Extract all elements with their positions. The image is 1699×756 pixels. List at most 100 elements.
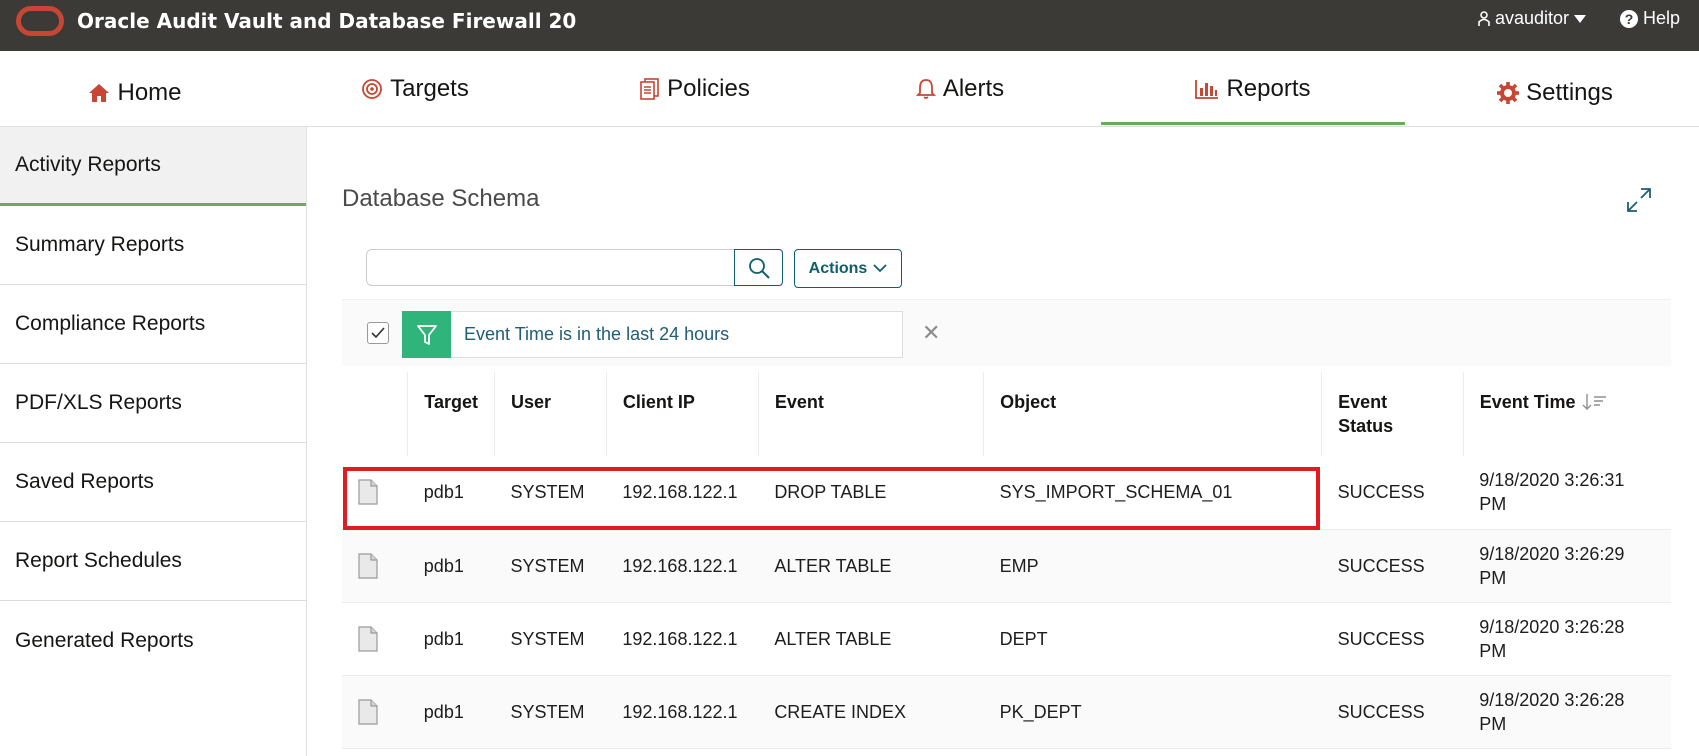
cell-event: ALTER TABLE (758, 602, 984, 676)
tab-policies[interactable]: Policies (580, 51, 810, 127)
help-link[interactable]: ? Help (1620, 8, 1680, 29)
row-detail-cell[interactable] (342, 602, 408, 676)
document-icon[interactable] (358, 698, 378, 725)
sidebar-item-saved-reports[interactable]: Saved Reports (0, 443, 306, 522)
cell-object: PK_DEPT (983, 675, 1322, 749)
target-icon (362, 79, 383, 99)
tab-targets-label: Targets (390, 75, 469, 102)
cell-event: CREATE INDEX (758, 675, 984, 749)
col-header-object[interactable]: Object (983, 372, 1323, 456)
checkmark-icon (371, 327, 385, 339)
sidebar-item-label: Compliance Reports (15, 312, 206, 335)
user-icon (1478, 10, 1490, 26)
report-table: Target User Client IP Event Object Event… (342, 372, 1671, 749)
cell-user: SYSTEM (494, 602, 607, 676)
document-icon[interactable] (358, 479, 378, 505)
remove-filter-icon[interactable]: ✕ (922, 320, 940, 346)
col-header-event[interactable]: Event (758, 372, 985, 456)
filter-funnel-icon (416, 324, 437, 345)
user-menu[interactable]: avauditor (1478, 8, 1587, 29)
tab-alerts-label: Alerts (942, 75, 1005, 102)
tab-reports-label: Reports (1226, 75, 1311, 102)
tab-reports[interactable]: Reports (1101, 51, 1405, 127)
cell-user: SYSTEM (494, 529, 607, 603)
cell-user: SYSTEM (494, 675, 607, 749)
tab-home[interactable]: Home (20, 55, 250, 131)
cell-client-ip: 192.168.122.1 (606, 456, 759, 530)
tab-targets[interactable]: Targets (300, 51, 530, 127)
help-icon: ? (1620, 9, 1638, 28)
chevron-down-icon (873, 264, 887, 273)
actions-label: Actions (808, 259, 868, 277)
filter-pill[interactable]: Event Time is in the last 24 hours (402, 311, 903, 358)
cell-time: 9/18/2020 3:26:31 PM (1463, 456, 1671, 530)
tab-home-label: Home (117, 79, 182, 106)
sidebar-item-label: Generated Reports (15, 628, 194, 652)
cell-target: pdb1 (407, 529, 495, 603)
caret-down-icon (1574, 14, 1587, 23)
cell-status: SUCCESS (1321, 529, 1464, 603)
tab-policies-label: Policies (667, 75, 750, 102)
cell-object: SYS_IMPORT_SCHEMA_01 (983, 456, 1322, 530)
cell-event: ALTER TABLE (758, 529, 984, 603)
col-header-target[interactable]: Target (407, 372, 495, 456)
cell-target: pdb1 (407, 456, 495, 530)
table-row[interactable]: pdb1 SYSTEM 192.168.122.1 ALTER TABLE DE… (342, 602, 1671, 676)
home-icon (89, 84, 110, 102)
cell-client-ip: 192.168.122.1 (606, 529, 759, 603)
table-row[interactable]: pdb1 SYSTEM 192.168.122.1 DROP TABLE SYS… (342, 456, 1671, 530)
search-input[interactable] (366, 249, 744, 286)
row-detail-cell[interactable] (342, 675, 408, 749)
cell-client-ip: 192.168.122.1 (606, 675, 759, 749)
filter-icon-box (402, 311, 451, 358)
gear-icon (1497, 82, 1520, 104)
col-header-user[interactable]: User (494, 372, 607, 456)
sidebar-item-report-schedules[interactable]: Report Schedules (0, 522, 306, 601)
cell-status: SUCCESS (1321, 675, 1464, 749)
row-detail-cell[interactable] (342, 529, 408, 603)
col-header-client-ip[interactable]: Client IP (606, 372, 759, 456)
top-bar: Oracle Audit Vault and Database Firewall… (0, 0, 1699, 51)
col-header-event-status[interactable]: Event Status (1321, 372, 1464, 456)
col-header-detail (342, 372, 409, 456)
table-header-row: Target User Client IP Event Object Event… (342, 372, 1671, 456)
sidebar-item-label: Summary Reports (15, 233, 185, 256)
page-title: Database Schema (342, 185, 540, 212)
col-header-event-status-label: Event Status (1338, 392, 1394, 436)
oracle-logo-icon[interactable] (16, 6, 64, 36)
cell-time: 9/18/2020 3:26:28 PM (1463, 602, 1671, 676)
sidebar-item-summary-reports[interactable]: Summary Reports (0, 206, 306, 285)
tab-alerts[interactable]: Alerts (845, 51, 1075, 127)
sidebar-item-compliance-reports[interactable]: Compliance Reports (0, 285, 306, 364)
search-button[interactable] (734, 249, 783, 286)
sort-descending-icon (1582, 394, 1607, 410)
table-row[interactable]: pdb1 SYSTEM 192.168.122.1 CREATE INDEX P… (342, 675, 1671, 749)
row-detail-cell[interactable] (342, 456, 408, 530)
document-icon[interactable] (358, 625, 378, 652)
sidebar-item-generated-reports[interactable]: Generated Reports (0, 601, 306, 680)
document-icon[interactable] (358, 552, 378, 579)
sidebar-item-activity-reports[interactable]: Activity Reports (0, 127, 306, 206)
filter-enable-checkbox[interactable] (367, 322, 389, 344)
bar-chart-icon (1195, 80, 1219, 99)
sidebar: Activity Reports Summary Reports Complia… (0, 127, 307, 756)
sidebar-item-label: Activity Reports (15, 153, 161, 176)
filter-bar: Event Time is in the last 24 hours ✕ (342, 299, 1671, 366)
table-row[interactable]: pdb1 SYSTEM 192.168.122.1 ALTER TABLE EM… (342, 529, 1671, 603)
search-icon (748, 257, 770, 279)
col-header-event-time[interactable]: Event Time (1463, 372, 1671, 456)
report-region: Database Schema Actions Event Time is in… (308, 127, 1699, 756)
cell-client-ip: 192.168.122.1 (606, 602, 759, 676)
sidebar-item-pdf-xls-reports[interactable]: PDF/XLS Reports (0, 364, 306, 443)
expand-icon[interactable] (1626, 187, 1652, 213)
actions-menu-button[interactable]: Actions (794, 249, 902, 288)
help-label: Help (1643, 8, 1681, 28)
cell-time: 9/18/2020 3:26:29 PM (1463, 529, 1671, 603)
cell-status: SUCCESS (1321, 602, 1464, 676)
cell-target: pdb1 (407, 602, 495, 676)
cell-object: EMP (983, 529, 1322, 603)
user-name: avauditor (1495, 8, 1570, 28)
bell-icon (915, 79, 936, 99)
tab-settings-label: Settings (1526, 79, 1613, 106)
tab-settings[interactable]: Settings (1440, 55, 1670, 131)
